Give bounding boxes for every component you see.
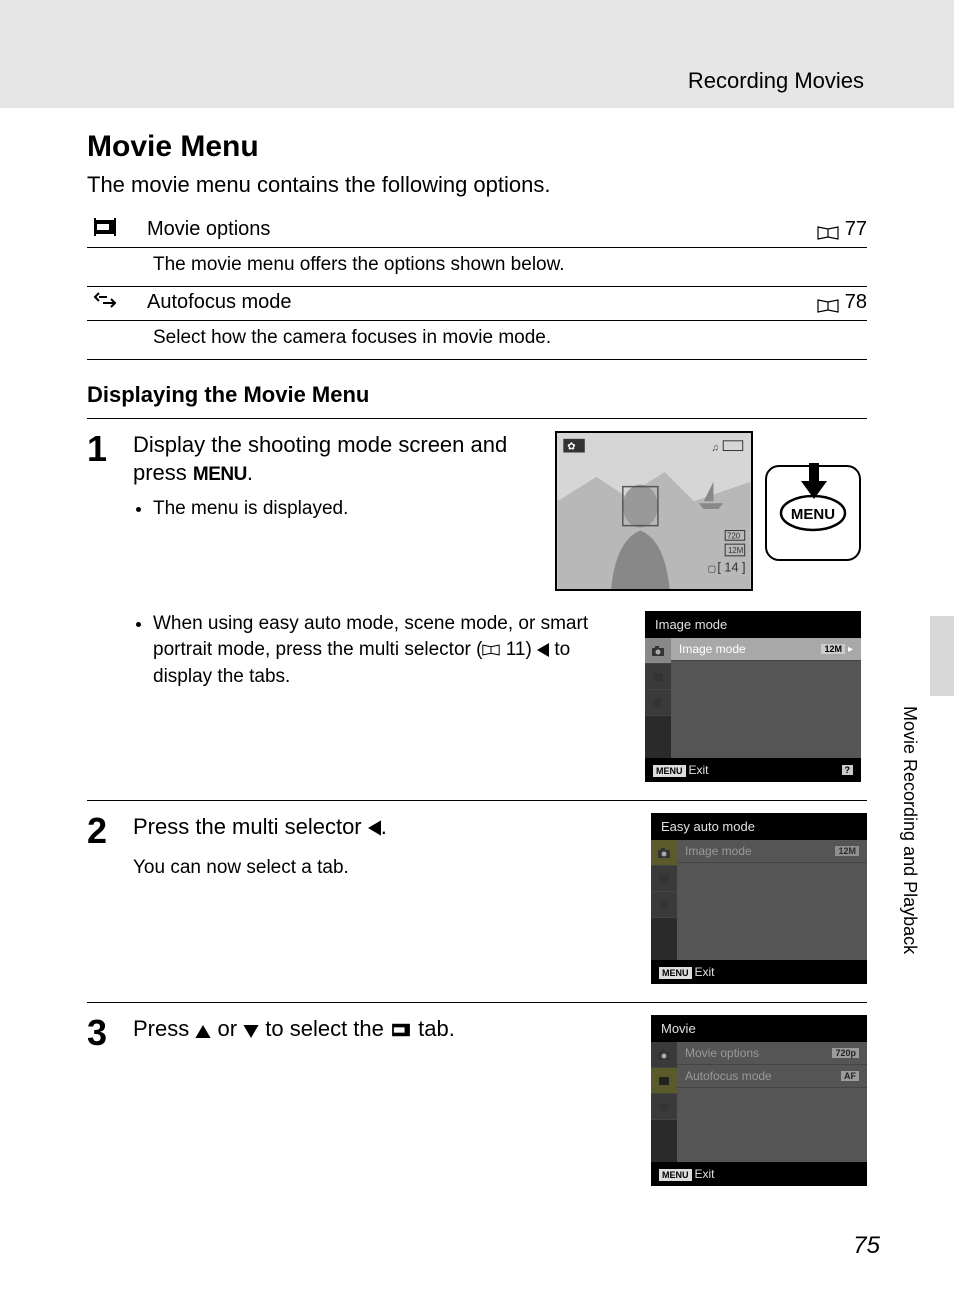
ms-tab-movie-icon: [651, 866, 677, 892]
ms-list-row: Image mode 12M: [677, 840, 867, 863]
menu-screenshot-title: Easy auto mode: [651, 813, 867, 840]
step-number: 3: [87, 1015, 119, 1051]
lcd-illustration: ✿ ♫ 720 12M [ 14 ] ▢: [555, 431, 753, 591]
menu-screenshot-3: Movie Movie options 720p Autofocus mod: [651, 1015, 867, 1186]
movie-tab-icon: [390, 1016, 412, 1041]
menu-screenshot-2: Easy auto mode Image mode 12M: [651, 813, 867, 984]
arrow-down-icon: [797, 463, 831, 501]
ms-tab-movie-icon: [645, 664, 671, 690]
side-thumb-tab: [930, 616, 954, 696]
menu-screenshot-title: Image mode: [645, 611, 861, 638]
up-triangle-icon: [195, 1017, 211, 1045]
menu-table: Movie options 77 The movie menu offers t…: [87, 214, 867, 360]
step-2-sub: You can now select a tab.: [133, 857, 631, 879]
step-1-instruction: Display the shooting mode screen and pre…: [133, 431, 543, 486]
intro-text: The movie menu contains the following op…: [87, 172, 867, 198]
step-1-bullet-2: When using easy auto mode, scene mode, o…: [153, 611, 625, 690]
ms-tab-movie-icon: [651, 1068, 677, 1094]
section-title: Movie Menu: [87, 130, 867, 164]
help-icon: ?: [842, 765, 854, 775]
ms-tab-camera-icon: [651, 840, 677, 866]
ms-list-row: Autofocus mode AF: [677, 1065, 867, 1088]
ms-tab-setup-icon: [651, 1094, 677, 1120]
side-section-label: Movie Recording and Playback: [899, 706, 920, 954]
left-triangle-icon: [368, 815, 381, 843]
svg-text:♫: ♫: [712, 443, 719, 454]
step-2: 2 Press the multi selector . You can now…: [87, 800, 867, 984]
svg-text:720: 720: [727, 531, 741, 540]
menu-button-illustration: MENU: [765, 465, 861, 561]
svg-text:12M: 12M: [728, 546, 743, 555]
step-3-instruction: Press or to select the tab.: [133, 1015, 631, 1045]
ms-list-row: Image mode 12M▸: [671, 638, 861, 661]
menu-item-desc: The movie menu offers the options shown …: [87, 248, 867, 287]
menu-item-label: Movie options: [147, 218, 787, 241]
menu-button-label: MENU: [193, 464, 247, 485]
ms-tab-setup-icon: [651, 892, 677, 918]
step-1: 1 Display the shooting mode screen and p…: [87, 418, 867, 782]
subsection-title: Displaying the Movie Menu: [87, 382, 867, 408]
page-header-band: Recording Movies: [0, 0, 954, 108]
step-1-bullet: The menu is displayed.: [153, 496, 543, 522]
left-triangle-icon: [537, 639, 549, 665]
menu-item-label: Autofocus mode: [147, 291, 787, 314]
down-triangle-icon: [243, 1017, 259, 1045]
ms-tab-setup-icon: [645, 690, 671, 716]
svg-text:[ 14 ]: [ 14 ]: [717, 560, 745, 574]
svg-text:✿: ✿: [567, 442, 575, 453]
menu-screenshot-title: Movie: [651, 1015, 867, 1042]
ms-list-row: Movie options 720p: [677, 1042, 867, 1065]
page-number: 75: [853, 1232, 880, 1260]
step-2-instruction: Press the multi selector .: [133, 813, 631, 843]
svg-text:▢: ▢: [708, 563, 716, 573]
autofocus-icon: [87, 291, 147, 314]
chapter-title: Recording Movies: [688, 68, 864, 94]
menu-item-desc: Select how the camera focuses in movie m…: [87, 321, 867, 360]
page-ref-icon: [817, 296, 839, 310]
svg-text:MENU: MENU: [791, 506, 835, 523]
ms-tab-camera-icon: [651, 1042, 677, 1068]
step-number: 2: [87, 813, 119, 849]
menu-screenshot-1: Image mode Image mode 12M▸: [645, 611, 861, 782]
movie-options-icon: [87, 218, 147, 241]
page-ref-number: 78: [845, 291, 867, 314]
page-ref-number: 77: [845, 218, 867, 241]
ms-tab-camera-icon: [645, 638, 671, 664]
page-ref-icon: [817, 223, 839, 237]
step-number: 1: [87, 431, 119, 782]
step-3: 3 Press or to select the tab. Movie: [87, 1002, 867, 1186]
